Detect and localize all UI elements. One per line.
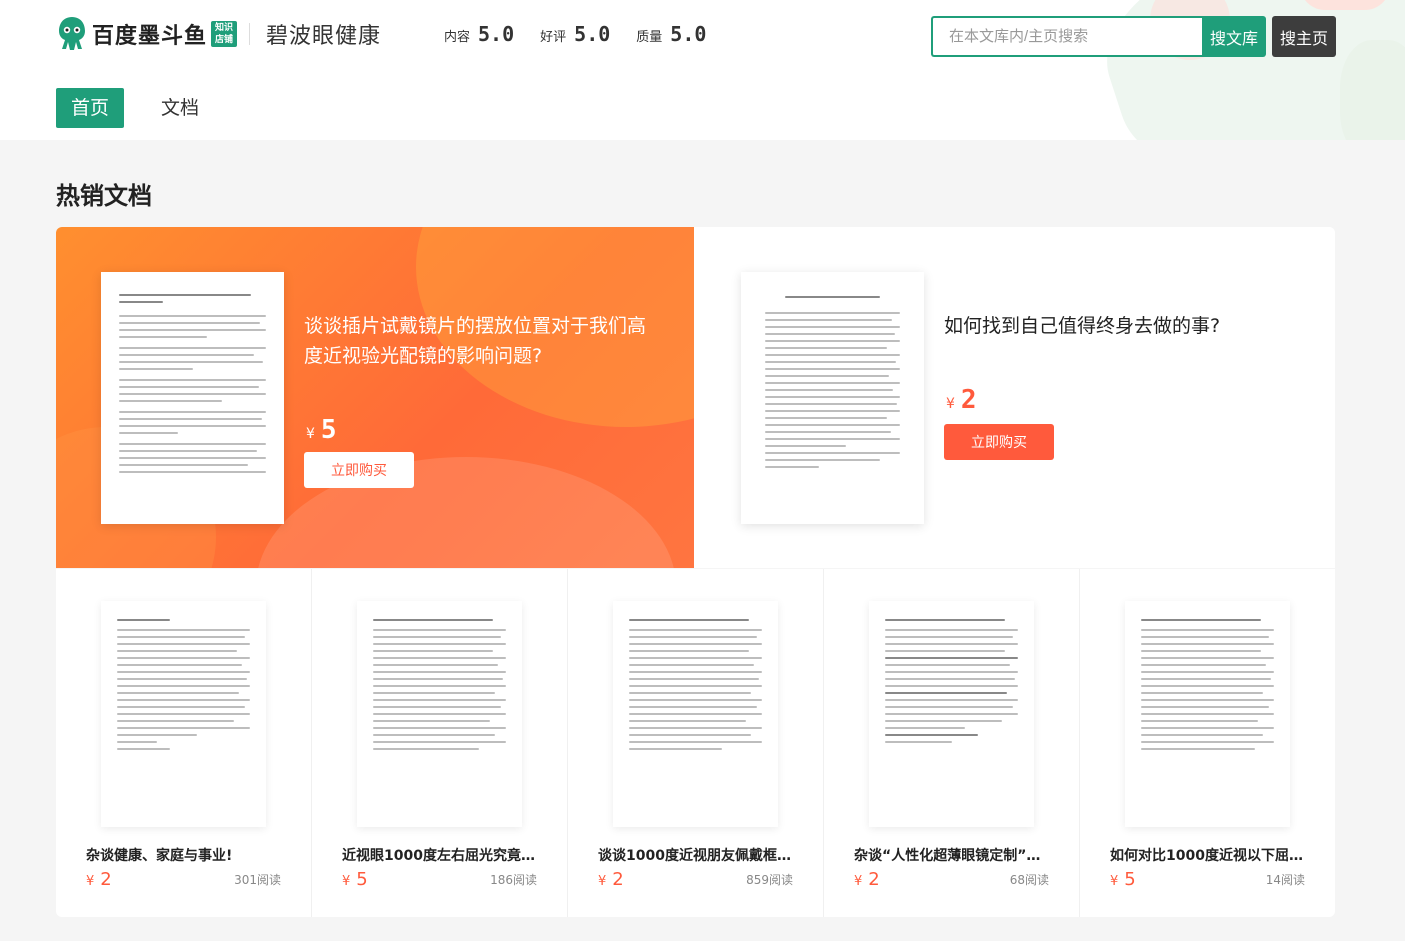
- price-symbol: ¥: [946, 396, 955, 412]
- featured-title[interactable]: 谈谈插片试戴镜片的摆放位置对于我们高度近视验光配镜的影响问题?: [304, 311, 664, 371]
- rating-value: 5.0: [574, 22, 611, 46]
- brand-logo[interactable]: 百度墨斗鱼 知识店铺 碧波眼健康: [56, 15, 381, 53]
- document-card[interactable]: 如何对比1000度近视以下屈光矫正的问题 ¥ 5 14阅读: [1080, 569, 1335, 917]
- price-symbol: ¥: [598, 874, 607, 889]
- header-decoration: [1340, 40, 1405, 140]
- document-thumbnail[interactable]: [613, 601, 778, 827]
- featured-title[interactable]: 如何找到自己值得终身去做的事?: [944, 311, 1304, 341]
- shop-ratings: 内容 5.0 好评 5.0 质量 5.0: [444, 22, 732, 46]
- document-card[interactable]: 杂谈“人性化超薄眼镜定制”服务 ¥ 2 68阅读: [824, 569, 1080, 917]
- header: 百度墨斗鱼 知识店铺 碧波眼健康 内容 5.0 好评 5.0 质量 5.0 搜文…: [0, 0, 1405, 140]
- document-price: ¥ 2: [86, 869, 112, 890]
- document-title[interactable]: 如何对比1000度近视以下屈光矫正的问题: [1110, 845, 1310, 865]
- rating-content: 内容 5.0: [444, 22, 514, 46]
- read-count: 68阅读: [1009, 873, 1049, 887]
- document-thumbnail[interactable]: [741, 272, 924, 524]
- document-thumbnail[interactable]: [101, 601, 266, 827]
- document-thumbnail[interactable]: [101, 272, 284, 524]
- shop-name: 碧波眼健康: [266, 24, 382, 49]
- nav-tabs: 首页 文档: [56, 88, 236, 128]
- featured-card-secondary[interactable]: 如何找到自己值得终身去做的事? ¥ 2 立即购买: [694, 227, 1335, 568]
- search-library-button[interactable]: 搜文库: [1202, 16, 1266, 57]
- rating-value: 5.0: [478, 22, 515, 46]
- document-title[interactable]: 杂谈“人性化超薄眼镜定制”服务: [854, 845, 1054, 865]
- price-symbol: ¥: [1110, 874, 1119, 889]
- price-value: 5: [356, 869, 368, 890]
- document-thumbnail[interactable]: [357, 601, 522, 827]
- rating-quality: 质量 5.0: [636, 22, 706, 46]
- rating-label: 内容: [444, 30, 471, 45]
- rating-value: 5.0: [670, 22, 707, 46]
- price-symbol: ¥: [342, 874, 351, 889]
- document-card[interactable]: 杂谈健康、家庭与事业! ¥ 2 301阅读: [56, 569, 312, 917]
- document-thumbnail[interactable]: [1125, 601, 1290, 827]
- brand-name: 百度墨斗鱼: [92, 24, 208, 49]
- price-value: 2: [868, 869, 880, 890]
- logo-divider: [249, 23, 251, 45]
- featured-price: ¥ 2: [946, 385, 977, 415]
- document-price: ¥ 2: [598, 869, 624, 890]
- price-value: 2: [100, 869, 112, 890]
- read-count: 859阅读: [746, 873, 793, 887]
- read-count: 14阅读: [1265, 873, 1305, 887]
- price-symbol: ¥: [854, 874, 863, 889]
- document-thumbnail[interactable]: [869, 601, 1034, 827]
- brand-badge: 知识店铺: [211, 21, 238, 47]
- rating-reviews: 好评 5.0: [540, 22, 610, 46]
- document-card[interactable]: 近视眼1000度左右屈光究竟能不能戴全矫眼镜? ¥ 5 186阅读: [312, 569, 568, 917]
- featured-card-primary[interactable]: 谈谈插片试戴镜片的摆放位置对于我们高度近视验光配镜的影响问题? ¥ 5 立即购买: [56, 227, 694, 568]
- squid-logo-icon: [56, 15, 88, 53]
- document-title[interactable]: 近视眼1000度左右屈光究竟能不能戴全矫眼镜?: [342, 845, 542, 865]
- read-count: 301阅读: [234, 873, 281, 887]
- price-value: 5: [320, 415, 337, 445]
- document-title[interactable]: 杂谈健康、家庭与事业!: [86, 845, 286, 865]
- featured-price: ¥ 5: [306, 415, 337, 445]
- price-symbol: ¥: [86, 874, 95, 889]
- document-card[interactable]: 谈谈1000度近视朋友佩戴框架眼镜的问题 ¥ 2 859阅读: [568, 569, 824, 917]
- rating-label: 质量: [636, 30, 663, 45]
- search-input[interactable]: [931, 16, 1202, 57]
- document-price: ¥ 2: [854, 869, 880, 890]
- search-bar: 搜文库 搜主页: [931, 16, 1336, 57]
- document-price: ¥ 5: [342, 869, 368, 890]
- tab-home[interactable]: 首页: [56, 88, 125, 128]
- document-grid: 杂谈健康、家庭与事业! ¥ 2 301阅读 近视眼1000度左右屈光究竟能不能戴…: [56, 569, 1335, 917]
- price-value: 2: [960, 385, 977, 415]
- search-home-button[interactable]: 搜主页: [1272, 16, 1336, 57]
- price-value: 5: [1124, 869, 1136, 890]
- document-price: ¥ 5: [1110, 869, 1136, 890]
- rating-label: 好评: [540, 30, 567, 45]
- price-symbol: ¥: [306, 426, 315, 442]
- featured-documents: 谈谈插片试戴镜片的摆放位置对于我们高度近视验光配镜的影响问题? ¥ 5 立即购买…: [56, 227, 1335, 568]
- price-value: 2: [612, 869, 624, 890]
- tab-documents[interactable]: 文档: [146, 88, 214, 128]
- read-count: 186阅读: [490, 873, 537, 887]
- section-title: 热销文档: [56, 182, 152, 210]
- buy-now-button[interactable]: 立即购买: [944, 424, 1054, 460]
- buy-now-button[interactable]: 立即购买: [304, 452, 414, 488]
- document-title[interactable]: 谈谈1000度近视朋友佩戴框架眼镜的问题: [598, 845, 798, 865]
